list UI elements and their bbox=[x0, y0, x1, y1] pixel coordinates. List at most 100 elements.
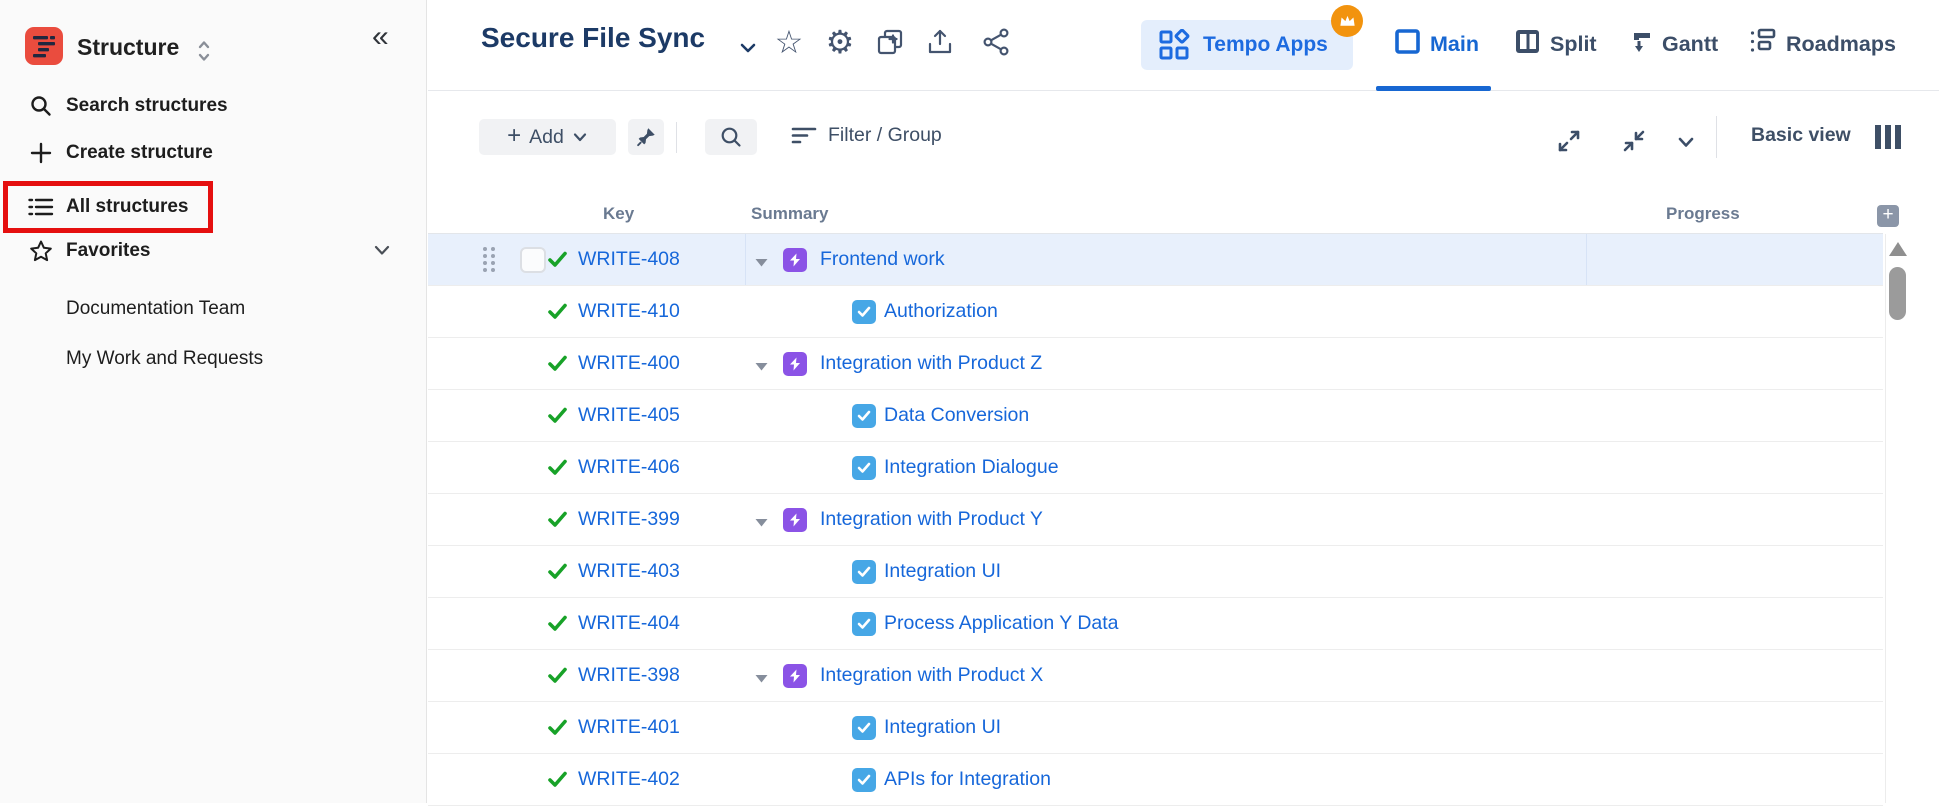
vertical-scrollbar[interactable] bbox=[1885, 234, 1910, 803]
table-row[interactable]: WRITE-400 Integration with Product Z bbox=[428, 338, 1883, 390]
expander-chevron-icon[interactable] bbox=[754, 515, 769, 533]
issue-key-link[interactable]: WRITE-408 bbox=[578, 248, 680, 271]
table-row[interactable]: WRITE-401 Integration UI bbox=[428, 702, 1883, 754]
sidebar-item-search-structures[interactable]: Search structures bbox=[0, 84, 330, 128]
status-done-icon bbox=[548, 251, 567, 273]
app-switcher-sorter-icon[interactable] bbox=[196, 39, 212, 68]
column-header-summary[interactable]: Summary bbox=[751, 204, 828, 224]
status-done-icon bbox=[548, 667, 567, 689]
table-row[interactable]: WRITE-405 Data Conversion bbox=[428, 390, 1883, 442]
table-row[interactable]: WRITE-399 Integration with Product Y bbox=[428, 494, 1883, 546]
issue-summary-link[interactable]: Authorization bbox=[884, 300, 998, 323]
search-button[interactable] bbox=[705, 119, 757, 155]
export-icon[interactable] bbox=[922, 24, 958, 60]
roadmaps-view-icon bbox=[1749, 28, 1777, 60]
view-selector[interactable]: Basic view bbox=[1751, 124, 1851, 147]
tab-roadmaps[interactable]: Roadmaps bbox=[1749, 28, 1896, 60]
collapse-all-button[interactable] bbox=[1621, 128, 1647, 154]
tab-main[interactable]: Main bbox=[1394, 28, 1479, 60]
expander-chevron-icon[interactable] bbox=[754, 255, 769, 273]
app-title: Structure bbox=[77, 34, 179, 61]
expander-chevron-icon[interactable] bbox=[754, 671, 769, 689]
scrollbar-thumb[interactable] bbox=[1889, 267, 1906, 320]
tempo-apps-button[interactable]: Tempo Apps bbox=[1141, 20, 1353, 70]
tab-split[interactable]: Split bbox=[1514, 28, 1597, 60]
table-row[interactable]: WRITE-403 Integration UI bbox=[428, 546, 1883, 598]
expand-icon bbox=[1556, 128, 1582, 154]
sidebar-collapse-button[interactable]: « bbox=[372, 22, 389, 52]
sidebar-item-create-structure[interactable]: Create structure bbox=[0, 131, 330, 175]
expander-chevron-icon[interactable] bbox=[754, 359, 769, 377]
sidebar-item-label: All structures bbox=[66, 196, 188, 218]
progress-bar bbox=[1668, 461, 1833, 474]
favorites-chevron-down-icon[interactable] bbox=[372, 240, 392, 265]
issue-key-link[interactable]: WRITE-405 bbox=[578, 404, 680, 427]
progress-bar bbox=[1668, 513, 1833, 526]
column-header-key[interactable]: Key bbox=[603, 204, 634, 224]
more-options-chevron-icon[interactable] bbox=[1677, 133, 1695, 151]
issue-key-link[interactable]: WRITE-403 bbox=[578, 560, 680, 583]
structure-app-logo-icon bbox=[25, 27, 63, 65]
table-row[interactable]: WRITE-404 Process Application Y Data bbox=[428, 598, 1883, 650]
progress-bar bbox=[1668, 669, 1833, 682]
issue-summary-link[interactable]: Integration UI bbox=[884, 560, 1001, 583]
main-panel: Secure File Sync ☆ ⚙ bbox=[428, 0, 1939, 803]
issue-key-link[interactable]: WRITE-399 bbox=[578, 508, 680, 531]
favorite-star-icon[interactable]: ☆ bbox=[771, 24, 807, 60]
tempo-apps-icon bbox=[1158, 29, 1190, 61]
issue-key-link[interactable]: WRITE-404 bbox=[578, 612, 680, 635]
table-row[interactable]: WRITE-402 APIs for Integration bbox=[428, 754, 1883, 806]
list-icon bbox=[27, 196, 55, 218]
issue-summary-link[interactable]: Data Conversion bbox=[884, 404, 1029, 427]
issue-key-link[interactable]: WRITE-401 bbox=[578, 716, 680, 739]
issue-summary-link[interactable]: Integration UI bbox=[884, 716, 1001, 739]
status-done-icon bbox=[548, 303, 567, 325]
sidebar-item-label: Favorites bbox=[66, 240, 150, 262]
issue-key-link[interactable]: WRITE-400 bbox=[578, 352, 680, 375]
star-icon bbox=[27, 239, 55, 263]
gear-icon[interactable]: ⚙ bbox=[822, 24, 858, 60]
sidebar-item-favorites[interactable]: Favorites bbox=[0, 229, 330, 273]
issue-summary-link[interactable]: Integration with Product Y bbox=[820, 508, 1043, 531]
table-row[interactable]: WRITE-406 Integration Dialogue bbox=[428, 442, 1883, 494]
structure-name-dropdown[interactable]: Secure File Sync bbox=[481, 22, 705, 54]
issue-summary-link[interactable]: APIs for Integration bbox=[884, 768, 1051, 791]
filter-group-button[interactable]: Filter / Group bbox=[791, 123, 942, 147]
issue-summary-link[interactable]: Frontend work bbox=[820, 248, 945, 271]
issue-key-link[interactable]: WRITE-398 bbox=[578, 664, 680, 687]
table-row[interactable]: WRITE-408 Frontend work bbox=[428, 234, 1883, 286]
issue-summary-link[interactable]: Integration Dialogue bbox=[884, 456, 1059, 479]
table-row[interactable]: WRITE-398 Integration with Product X bbox=[428, 650, 1883, 702]
task-icon bbox=[852, 716, 876, 740]
issue-key-link[interactable]: WRITE-402 bbox=[578, 768, 680, 791]
columns-icon[interactable] bbox=[1875, 125, 1901, 149]
status-done-icon bbox=[548, 771, 567, 793]
sidebar-link-my-work[interactable]: My Work and Requests bbox=[66, 348, 263, 370]
issue-summary-link[interactable]: Process Application Y Data bbox=[884, 612, 1119, 635]
add-button[interactable]: + Add bbox=[479, 119, 616, 155]
issue-summary-link[interactable]: Integration with Product X bbox=[820, 664, 1043, 687]
expand-all-button[interactable] bbox=[1556, 128, 1582, 154]
copy-add-icon[interactable] bbox=[872, 24, 908, 60]
issue-summary-link[interactable]: Integration with Product Z bbox=[820, 352, 1042, 375]
progress-bar bbox=[1668, 721, 1833, 734]
row-checkbox[interactable] bbox=[520, 247, 546, 273]
drag-handle[interactable] bbox=[483, 247, 495, 272]
issue-key-link[interactable]: WRITE-406 bbox=[578, 456, 680, 479]
sidebar-link-documentation-team[interactable]: Documentation Team bbox=[66, 298, 245, 320]
toolbar-divider bbox=[1716, 116, 1717, 158]
structure-name-chevron-down-icon[interactable] bbox=[738, 39, 758, 62]
scrollbar-up-arrow-icon[interactable] bbox=[1889, 242, 1907, 256]
issue-key-link[interactable]: WRITE-410 bbox=[578, 300, 680, 323]
filter-icon bbox=[791, 123, 817, 147]
task-icon bbox=[852, 404, 876, 428]
sidebar: Structure « Search structures Create str… bbox=[0, 0, 427, 803]
tab-gantt[interactable]: Gantt bbox=[1626, 28, 1718, 60]
column-header-progress[interactable]: Progress bbox=[1666, 204, 1740, 224]
sidebar-item-all-structures[interactable]: All structures bbox=[0, 185, 330, 229]
pin-button[interactable] bbox=[628, 119, 664, 155]
epic-icon bbox=[783, 352, 807, 376]
add-column-button[interactable]: + bbox=[1877, 205, 1899, 227]
table-row[interactable]: WRITE-410 Authorization bbox=[428, 286, 1883, 338]
share-icon[interactable] bbox=[978, 24, 1014, 60]
